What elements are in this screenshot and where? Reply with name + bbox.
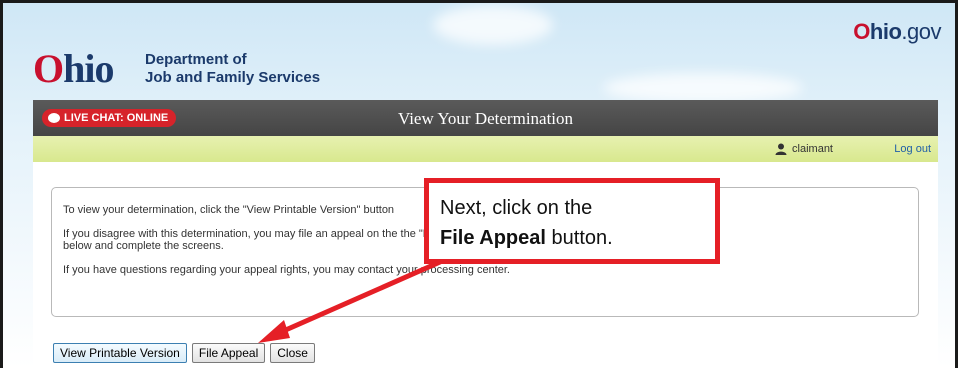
logo-hio: hio <box>63 46 114 91</box>
page-title: View Your Determination <box>397 109 574 128</box>
ohio-gov-domain: .gov <box>901 19 941 44</box>
ohio-logo[interactable]: Ohio <box>33 45 114 92</box>
username: claimant <box>792 143 833 155</box>
callout-line2: File Appeal button. <box>440 223 715 253</box>
department-line2: Job and Family Services <box>145 69 321 86</box>
title-bar: LIVE CHAT: ONLINE View Your Determinatio… <box>33 100 938 136</box>
message-appeal-rights: If you have questions regarding your app… <box>63 264 510 276</box>
instruction-callout: Next, click on the File Appeal button. <box>424 178 720 264</box>
file-appeal-button[interactable]: File Appeal <box>191 343 266 363</box>
ohio-gov-hio: hio <box>869 19 902 44</box>
header-cloud <box>433 5 553 45</box>
callout-tail: button. <box>545 227 613 249</box>
ohio-gov-link[interactable]: Ohio.gov <box>853 19 941 45</box>
header-cloud <box>603 73 803 103</box>
department-name: Department of Job and Family Services <box>145 51 320 87</box>
callout-bold: File Appeal <box>440 227 546 249</box>
user-bar: claimant Log out <box>33 136 938 162</box>
view-printable-version-button[interactable]: View Printable Version <box>53 343 187 363</box>
button-row: View Printable Version File Appeal Close <box>53 343 315 363</box>
logo-o: O <box>33 46 64 91</box>
user-info: claimant <box>775 143 833 155</box>
logout-link[interactable]: Log out <box>894 143 931 155</box>
user-icon <box>775 143 787 155</box>
close-button[interactable]: Close <box>270 343 315 363</box>
department-line1: Department of <box>145 51 247 68</box>
ohio-gov-o: O <box>853 19 870 44</box>
callout-line1: Next, click on the <box>440 197 593 219</box>
